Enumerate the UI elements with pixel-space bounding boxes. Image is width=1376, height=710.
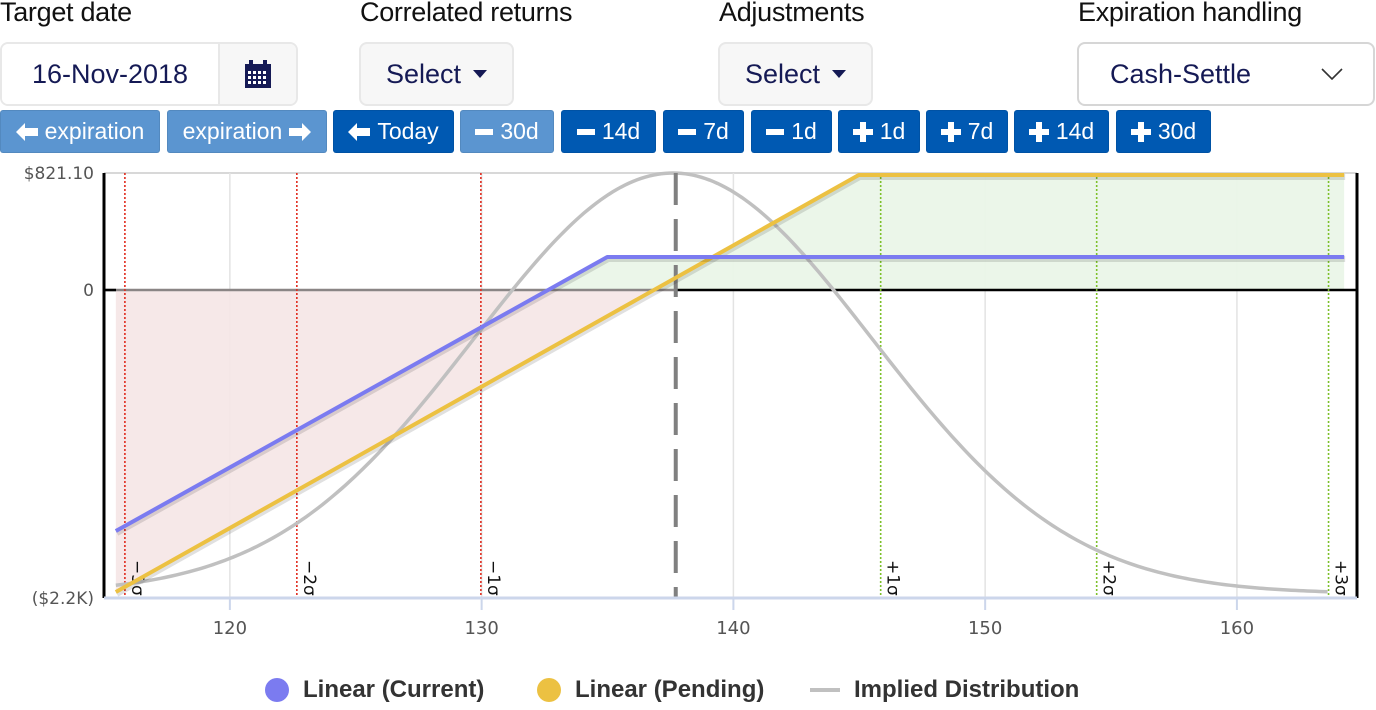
minus-14d-button[interactable]: 14d bbox=[561, 110, 656, 153]
plus-7d-button[interactable]: 7d bbox=[926, 110, 1008, 153]
x-tick-label: 150 bbox=[968, 618, 1002, 639]
legend-dot-icon bbox=[537, 678, 561, 702]
loss-area bbox=[115, 290, 1345, 593]
target-date-picker: 16-Nov-2018 bbox=[0, 42, 298, 106]
button-label: 14d bbox=[601, 118, 641, 144]
sigma-label: +3σ bbox=[1331, 560, 1351, 596]
prev-expiration-button[interactable]: expiration bbox=[0, 110, 160, 153]
y-tick-label: ($2.2K) bbox=[32, 589, 94, 609]
button-label: 1d bbox=[879, 118, 906, 144]
minus-icon bbox=[766, 123, 785, 141]
caret-down-icon bbox=[832, 70, 847, 78]
chevron-down-icon bbox=[1321, 68, 1343, 80]
legend-item-current[interactable]: Linear (Current) bbox=[265, 676, 484, 704]
y-tick-label: $821.10 bbox=[24, 164, 94, 184]
button-label: expiration bbox=[182, 118, 283, 144]
minus-icon bbox=[576, 123, 595, 141]
button-label: 30d bbox=[500, 118, 539, 144]
button-label: 7d bbox=[967, 118, 994, 144]
adjustments-label: Adjustments bbox=[719, 0, 865, 27]
legend-item-pending[interactable]: Linear (Pending) bbox=[537, 676, 764, 704]
target-date-label: Target date bbox=[0, 0, 132, 27]
plus-1d-button[interactable]: 1d bbox=[838, 110, 920, 153]
sigma-label: −2σ bbox=[299, 560, 319, 596]
adjustments-dropdown[interactable]: Select bbox=[718, 42, 873, 106]
sigma-label: +1σ bbox=[883, 560, 903, 596]
chart-legend: Linear (Current) Linear (Pending) Implie… bbox=[0, 676, 1376, 710]
target-date-input[interactable]: 16-Nov-2018 bbox=[2, 44, 220, 104]
arrow-left-icon bbox=[15, 122, 38, 141]
legend-label: Linear (Current) bbox=[303, 676, 485, 703]
plus-icon bbox=[852, 121, 873, 142]
adjustments-value: Select bbox=[744, 58, 821, 89]
correlated-returns-value: Select bbox=[385, 58, 462, 89]
x-tick-label: 120 bbox=[213, 618, 247, 639]
plus-30d-button[interactable]: 30d bbox=[1116, 110, 1211, 153]
expiration-handling-value: Cash-Settle bbox=[1110, 58, 1252, 89]
plus-icon bbox=[1130, 121, 1151, 142]
button-label: 30d bbox=[1157, 118, 1197, 144]
button-label: 14d bbox=[1055, 118, 1095, 144]
legend-dot-icon bbox=[265, 678, 289, 702]
plus-icon bbox=[1028, 121, 1049, 142]
minus-7d-button[interactable]: 7d bbox=[663, 110, 744, 153]
legend-label: Implied Distribution bbox=[854, 676, 1080, 703]
today-button[interactable]: Today bbox=[333, 110, 454, 153]
button-label: expiration bbox=[44, 118, 145, 144]
correlated-returns-dropdown[interactable]: Select bbox=[359, 42, 514, 106]
plus-icon bbox=[940, 121, 961, 142]
legend-item-distribution[interactable]: Implied Distribution bbox=[810, 676, 1079, 704]
calendar-icon bbox=[245, 60, 271, 88]
expiration-handling-label: Expiration handling bbox=[1078, 0, 1302, 27]
minus-icon bbox=[475, 123, 494, 141]
minus-icon bbox=[678, 123, 697, 141]
button-label: 1d bbox=[791, 118, 817, 144]
arrow-right-icon bbox=[289, 122, 312, 141]
profit-area bbox=[115, 175, 1345, 291]
caret-down-icon bbox=[473, 70, 488, 78]
legend-line-icon bbox=[810, 688, 840, 692]
x-tick-label: 140 bbox=[716, 618, 750, 639]
button-label: 7d bbox=[703, 118, 729, 144]
expiration-handling-select[interactable]: Cash-Settle bbox=[1077, 42, 1375, 106]
minus-30d-button[interactable]: 30d bbox=[460, 110, 554, 153]
next-expiration-button[interactable]: expiration bbox=[167, 110, 327, 153]
sigma-label: +2σ bbox=[1099, 560, 1119, 596]
correlated-returns-label: Correlated returns bbox=[360, 0, 573, 27]
calendar-button[interactable] bbox=[220, 44, 296, 104]
sigma-label: −1σ bbox=[483, 560, 503, 596]
y-tick-label: 0 bbox=[83, 281, 94, 301]
arrow-left-icon bbox=[348, 122, 371, 141]
button-label: Today bbox=[377, 118, 439, 144]
payoff-chart: −3σ −2σ −1σ +1σ +2σ +3σ120 130 140 150 160$821.10… bbox=[24, 164, 1359, 639]
legend-label: Linear (Pending) bbox=[575, 676, 765, 703]
minus-1d-button[interactable]: 1d bbox=[751, 110, 832, 153]
plus-14d-button[interactable]: 14d bbox=[1014, 110, 1109, 153]
x-tick-label: 130 bbox=[464, 618, 498, 639]
x-tick-label: 160 bbox=[1220, 618, 1254, 639]
